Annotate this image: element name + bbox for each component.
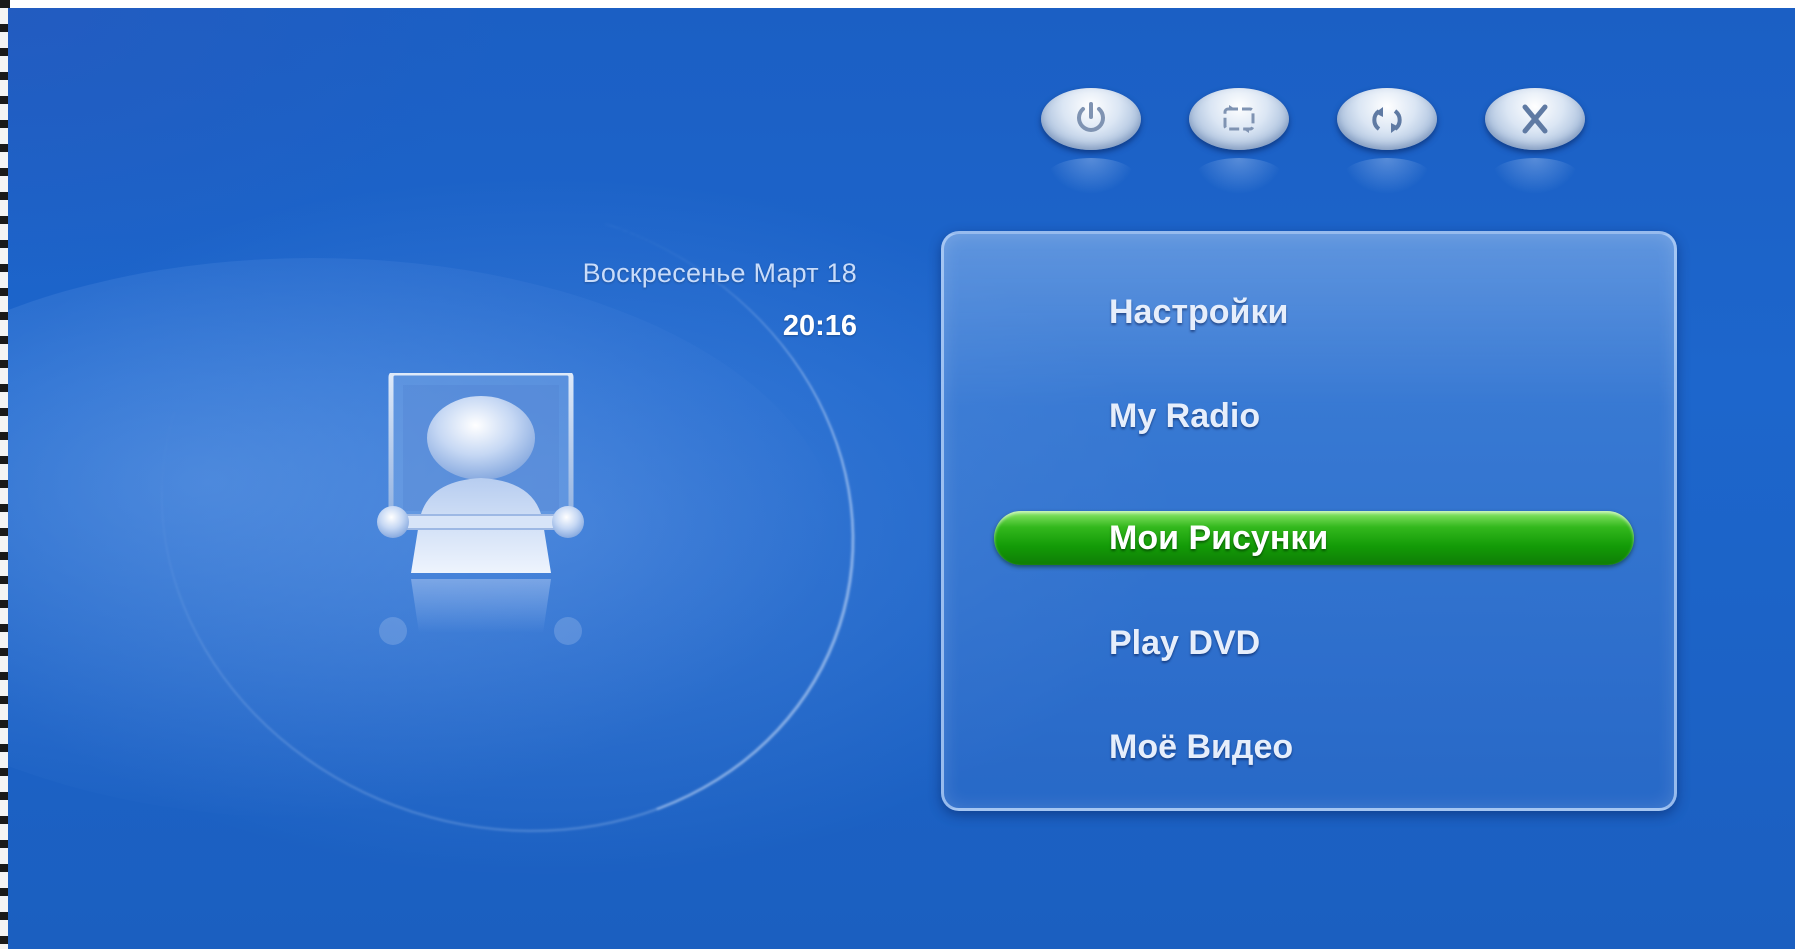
menu-item-my-pictures[interactable]: Мои Рисунки [1109, 511, 1328, 565]
window-switch-button[interactable] [1189, 88, 1289, 194]
refresh-icon [1372, 107, 1402, 133]
close-button[interactable] [1485, 88, 1585, 194]
menu-item-my-radio[interactable]: My Radio [1109, 389, 1260, 443]
menu-item-settings[interactable]: Настройки [1109, 285, 1288, 339]
date-label: Воскресенье Март 18 [582, 258, 857, 288]
power-icon [1077, 102, 1105, 132]
close-icon [1522, 104, 1548, 134]
main-menu-panel: Настройки My Radio Мои Рисунки Play DVD … [941, 231, 1677, 811]
refresh-button[interactable] [1337, 88, 1437, 194]
menu-item-play-dvd[interactable]: Play DVD [1109, 616, 1260, 670]
menu-item-my-video[interactable]: Moё Видео [1109, 720, 1293, 774]
media-center-screen: Воскресенье Март 18 20:16 Настройки My R… [8, 8, 1795, 949]
window-controls [1041, 88, 1585, 194]
user-avatar-icon [377, 373, 584, 645]
power-button[interactable] [1041, 88, 1141, 194]
window-switch-icon [1223, 105, 1255, 133]
time-label: 20:16 [782, 310, 857, 342]
